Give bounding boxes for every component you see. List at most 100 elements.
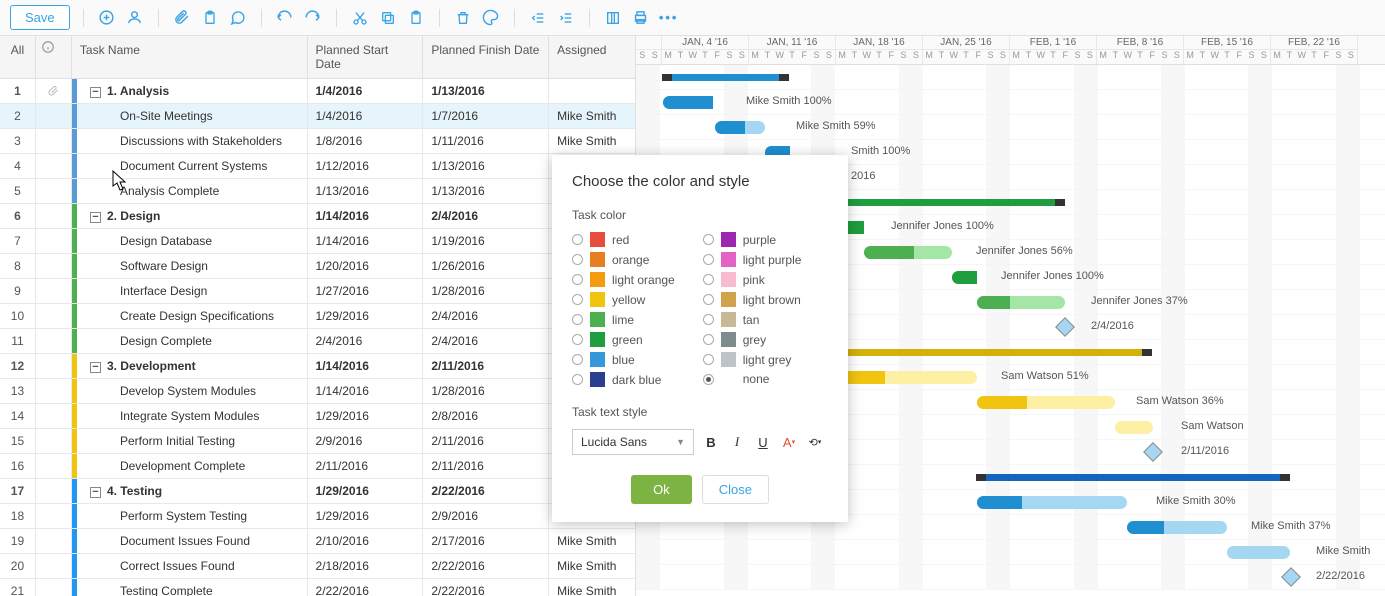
start-date-cell[interactable]: 2/4/2016 [308,329,424,353]
color-option-grey[interactable]: grey [703,332,802,347]
color-option-red[interactable]: red [572,232,675,247]
task-name-cell[interactable]: Testing Complete [72,579,308,596]
comment-icon[interactable] [228,8,248,28]
finish-date-cell[interactable]: 2/4/2016 [423,329,549,353]
start-date-cell[interactable]: 1/27/2016 [308,279,424,303]
task-name-cell[interactable]: Design Database [72,229,308,253]
assigned-cell[interactable]: Mike Smith [549,554,635,578]
task-row[interactable]: 5Analysis Complete1/13/20161/13/2016 [0,179,635,204]
save-button[interactable]: Save [10,5,70,30]
close-button[interactable]: Close [702,475,769,504]
start-date-cell[interactable]: 1/29/2016 [308,479,424,503]
finish-date-cell[interactable]: 1/11/2016 [423,129,549,153]
task-row[interactable]: 3Discussions with Stakeholders1/8/20161/… [0,129,635,154]
finish-date-cell[interactable]: 2/11/2016 [423,454,549,478]
attachment-icon[interactable] [172,8,192,28]
finish-date-cell[interactable]: 2/4/2016 [423,204,549,228]
link-button[interactable]: ⟲▾ [806,433,824,451]
task-row[interactable]: 8Software Design1/20/20161/26/2016 [0,254,635,279]
finish-date-cell[interactable]: 1/13/2016 [423,179,549,203]
task-name-cell[interactable]: Integrate System Modules [72,404,308,428]
expand-button[interactable]: − [90,212,101,223]
task-row[interactable]: 19Document Issues Found2/10/20162/17/201… [0,529,635,554]
finish-date-cell[interactable]: 2/22/2016 [423,579,549,596]
assigned-cell[interactable]: Mike Smith [549,129,635,153]
more-icon[interactable]: ••• [659,8,679,28]
task-row[interactable]: 13Develop System Modules1/14/20161/28/20… [0,379,635,404]
add-icon[interactable] [97,8,117,28]
color-option-purple[interactable]: purple [703,232,802,247]
color-option-light-brown[interactable]: light brown [703,292,802,307]
start-date-cell[interactable]: 1/29/2016 [308,404,424,428]
task-row[interactable]: 17−4. Testing1/29/20162/22/2016 [0,479,635,504]
col-taskname[interactable]: Task Name [72,36,308,78]
task-name-cell[interactable]: Document Issues Found [72,529,308,553]
finish-date-cell[interactable]: 2/11/2016 [423,354,549,378]
color-option-blue[interactable]: blue [572,352,675,367]
color-option-tan[interactable]: tan [703,312,802,327]
assigned-cell[interactable] [549,79,635,103]
task-name-cell[interactable]: Discussions with Stakeholders [72,129,308,153]
paste-icon[interactable] [406,8,426,28]
expand-button[interactable]: − [90,362,101,373]
start-date-cell[interactable]: 2/11/2016 [308,454,424,478]
start-date-cell[interactable]: 1/4/2016 [308,104,424,128]
color-option-light-grey[interactable]: light grey [703,352,802,367]
task-row[interactable]: 6−2. Design1/14/20162/4/2016 [0,204,635,229]
task-name-cell[interactable]: Analysis Complete [72,179,308,203]
finish-date-cell[interactable]: 2/11/2016 [423,429,549,453]
gantt-row[interactable]: Mike Smith [636,540,1385,565]
summary-bar[interactable] [663,74,788,81]
task-row[interactable]: 12−3. Development1/14/20162/11/2016 [0,354,635,379]
task-row[interactable]: 11Design Complete2/4/20162/4/2016 [0,329,635,354]
bold-button[interactable]: B [702,433,720,451]
task-name-cell[interactable]: Development Complete [72,454,308,478]
person-icon[interactable] [125,8,145,28]
copy-icon[interactable] [378,8,398,28]
start-date-cell[interactable]: 1/12/2016 [308,154,424,178]
task-name-cell[interactable]: On-Site Meetings [72,104,308,128]
start-date-cell[interactable]: 1/29/2016 [308,504,424,528]
color-option-dark-blue[interactable]: dark blue [572,372,675,387]
task-name-cell[interactable]: Software Design [72,254,308,278]
summary-bar[interactable] [977,474,1289,481]
assigned-cell[interactable]: Mike Smith [549,579,635,596]
col-finish[interactable]: Planned Finish Date [423,36,549,78]
task-name-cell[interactable]: Create Design Specifications [72,304,308,328]
redo-icon[interactable] [303,8,323,28]
task-name-cell[interactable]: Perform Initial Testing [72,429,308,453]
color-option-yellow[interactable]: yellow [572,292,675,307]
task-name-cell[interactable]: Interface Design [72,279,308,303]
gantt-row[interactable]: Mike Smith 59% [636,115,1385,140]
color-option-none[interactable]: none [703,372,802,386]
start-date-cell[interactable]: 1/14/2016 [308,379,424,403]
task-row[interactable]: 14Integrate System Modules1/29/20162/8/2… [0,404,635,429]
task-row[interactable]: 1−1. Analysis1/4/20161/13/2016 [0,79,635,104]
font-select[interactable]: Lucida Sans▼ [572,429,694,455]
start-date-cell[interactable]: 2/10/2016 [308,529,424,553]
start-date-cell[interactable]: 2/9/2016 [308,429,424,453]
gantt-row[interactable]: 2/22/2016 [636,565,1385,590]
clipboard-icon[interactable] [200,8,220,28]
palette-icon[interactable] [481,8,501,28]
finish-date-cell[interactable]: 1/19/2016 [423,229,549,253]
finish-date-cell[interactable]: 1/28/2016 [423,379,549,403]
task-name-cell[interactable]: −1. Analysis [72,79,308,103]
task-row[interactable]: 15Perform Initial Testing2/9/20162/11/20… [0,429,635,454]
start-date-cell[interactable]: 2/22/2016 [308,579,424,596]
assigned-cell[interactable]: Mike Smith [549,104,635,128]
task-name-cell[interactable]: Design Complete [72,329,308,353]
finish-date-cell[interactable]: 2/17/2016 [423,529,549,553]
start-date-cell[interactable]: 1/14/2016 [308,204,424,228]
expand-button[interactable]: − [90,87,101,98]
finish-date-cell[interactable]: 2/22/2016 [423,554,549,578]
task-name-cell[interactable]: Correct Issues Found [72,554,308,578]
start-date-cell[interactable]: 1/13/2016 [308,179,424,203]
color-option-light-orange[interactable]: light orange [572,272,675,287]
task-row[interactable]: 7Design Database1/14/20161/19/2016 [0,229,635,254]
task-bar[interactable] [1115,421,1153,434]
color-option-green[interactable]: green [572,332,675,347]
outdent-icon[interactable] [528,8,548,28]
task-row[interactable]: 9Interface Design1/27/20161/28/2016 [0,279,635,304]
start-date-cell[interactable]: 1/29/2016 [308,304,424,328]
